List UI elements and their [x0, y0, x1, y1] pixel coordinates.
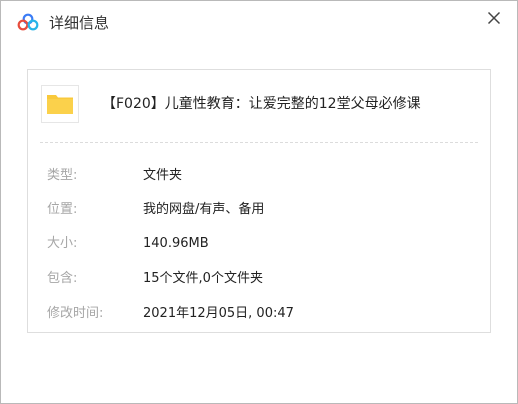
location-label: 位置:: [47, 202, 78, 217]
modified-time-label: 修改时间:: [47, 306, 104, 321]
modified-time-value: 2021年12月05日, 00:47: [143, 306, 294, 321]
size-label: 大小:: [47, 236, 78, 251]
divider: [40, 142, 478, 143]
file-name: 【F020】儿童性教育：让爱完整的12堂父母必修课: [102, 96, 421, 112]
contains-label: 包含:: [47, 271, 78, 286]
close-button[interactable]: [481, 7, 507, 29]
location-value: 我的网盘/有声、备用: [143, 202, 265, 217]
file-thumbnail: [41, 85, 79, 123]
dialog-title: 详细信息: [49, 14, 110, 32]
close-icon: [487, 11, 501, 25]
folder-icon: [47, 95, 73, 114]
details-panel: 【F020】儿童性教育：让爱完整的12堂父母必修课 类型: 文件夹 位置: 我的…: [27, 69, 491, 333]
details-dialog: 详细信息 【F020】儿童性教育：让爱完整的12堂父母必修课 类型: 文件夹 位…: [0, 0, 518, 404]
size-value: 140.96MB: [143, 236, 209, 251]
contains-value: 15个文件,0个文件夹: [143, 271, 263, 286]
type-value: 文件夹: [143, 168, 183, 183]
baidu-netdisk-cloud-icon: [17, 13, 39, 31]
title-bar: 详细信息: [1, 1, 517, 45]
type-label: 类型:: [47, 168, 78, 183]
